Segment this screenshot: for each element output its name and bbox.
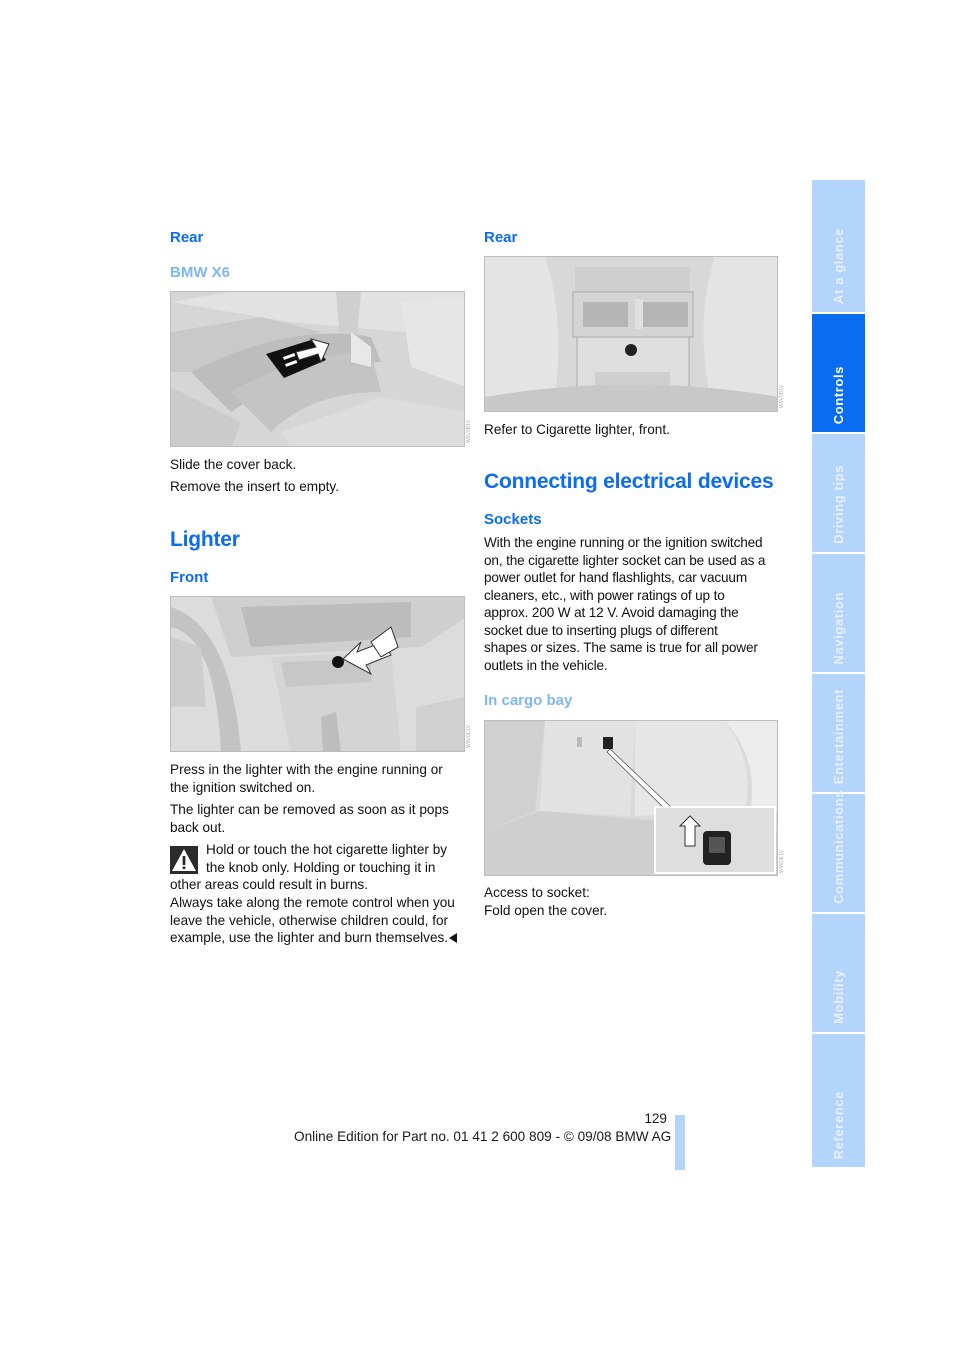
rear-heading-right: Rear (484, 229, 518, 246)
model-heading: BMW X6 (170, 264, 230, 281)
refer-front-text: Refer to Cigarette lighter, front. (484, 422, 670, 437)
tab-at-a-glance[interactable]: At a glance (812, 180, 865, 312)
figure-code: W9V0C1V (466, 724, 472, 748)
sockets-line: cleaners, etc., with power ratings of up… (484, 587, 725, 603)
warning-line-5: leave the vehicle, otherwise children co… (170, 913, 449, 928)
tab-label: Mobility (831, 970, 846, 1024)
tab-label: Driving tips (831, 465, 846, 544)
cargo-socket-drawing (485, 721, 777, 875)
access-text: Access to socket: Fold open the cover. (484, 884, 607, 919)
front-heading: Front (170, 569, 209, 586)
warning-line-3: other areas could result in burns. (170, 877, 368, 892)
lighter-heading: Lighter (170, 528, 240, 551)
step-slide-cover: Slide the cover back. (170, 457, 297, 472)
removed-line-1: The lighter can be removed as soon as it… (170, 802, 449, 817)
edition-footer: Online Edition for Part no. 01 41 2 600 … (294, 1129, 672, 1144)
sockets-line: With the engine running or the ignition … (484, 535, 763, 550)
footer-accent-bar (675, 1115, 685, 1170)
figure-code: W9V0D1V (779, 384, 785, 408)
tab-communications[interactable]: Communications (812, 790, 865, 912)
figure-code: W9V0B1V (466, 419, 472, 443)
sockets-line: on, the cigarette lighter socket can be … (484, 552, 766, 568)
access-line-2: Fold open the cover. (484, 902, 608, 918)
sockets-line: outlets in the vehicle. (484, 657, 608, 673)
tab-navigation[interactable]: Navigation (812, 554, 865, 672)
front-lighter-illustration (170, 596, 465, 752)
warning-line-4: Always take along the remote control whe… (170, 895, 455, 910)
lighter-removed-text: The lighter can be removed as soon as it… (170, 801, 449, 836)
warning-triangle-icon (170, 846, 198, 874)
tab-label: Entertainment (831, 688, 846, 784)
tab-controls[interactable]: Controls (812, 314, 865, 432)
warning-line-2: the knob only. Holding or touching it in (206, 860, 436, 875)
step-remove-insert: Remove the insert to empty. (170, 479, 339, 494)
access-line-1: Access to socket: (484, 885, 590, 900)
rear-heading-left: Rear (170, 229, 204, 246)
sockets-heading: Sockets (484, 511, 542, 528)
sockets-line: shapes or sizes. The same is true for al… (484, 640, 758, 655)
rear-console-drawing (485, 257, 777, 411)
tab-label: Navigation (831, 591, 846, 664)
rear-console-illustration (484, 256, 778, 412)
tab-label: Reference (831, 1090, 846, 1159)
warning-line-6: example, use the lighter and burn themse… (170, 930, 449, 945)
rear-armrest-illustration (170, 291, 465, 447)
cargo-bay-heading: In cargo bay (484, 692, 573, 709)
tab-label: Controls (831, 365, 846, 424)
tab-driving-tips[interactable]: Driving tips (812, 434, 865, 552)
sockets-line: power outlet for hand flashlights, car v… (484, 570, 748, 585)
sockets-line: approx. 200 W at 12 V. Avoid damaging th… (484, 605, 739, 620)
sockets-paragraph: With the engine running or the ignition … (484, 534, 765, 674)
cargo-socket-illustration (484, 720, 778, 876)
end-marker-icon (449, 933, 458, 943)
front-lighter-drawing (171, 597, 464, 751)
tab-entertainment[interactable]: Entertainment (812, 674, 865, 792)
press-lighter-text: Press in the lighter with the engine run… (170, 761, 443, 796)
press-line-2: the ignition switched on. (170, 779, 316, 795)
tab-reference[interactable]: Reference (812, 1034, 865, 1167)
rear-armrest-drawing (171, 292, 464, 446)
connecting-devices-heading: Connecting electrical devices (484, 470, 774, 493)
tab-mobility[interactable]: Mobility (812, 914, 865, 1032)
tab-label: Communications (831, 790, 846, 904)
press-line-1: Press in the lighter with the engine run… (170, 762, 443, 777)
page-number: 129 (644, 1111, 667, 1126)
tab-label: At a glance (831, 228, 846, 304)
figure-code: W9V0E1V (779, 849, 785, 873)
warning-line-6-wrap: example, use the lighter and burn themse… (170, 929, 458, 947)
sockets-line: socket due to inserting plugs of differe… (484, 622, 718, 638)
warning-line-1: Hold or touch the hot cigarette lighter … (206, 842, 448, 857)
removed-line-2: back out. (170, 819, 226, 835)
